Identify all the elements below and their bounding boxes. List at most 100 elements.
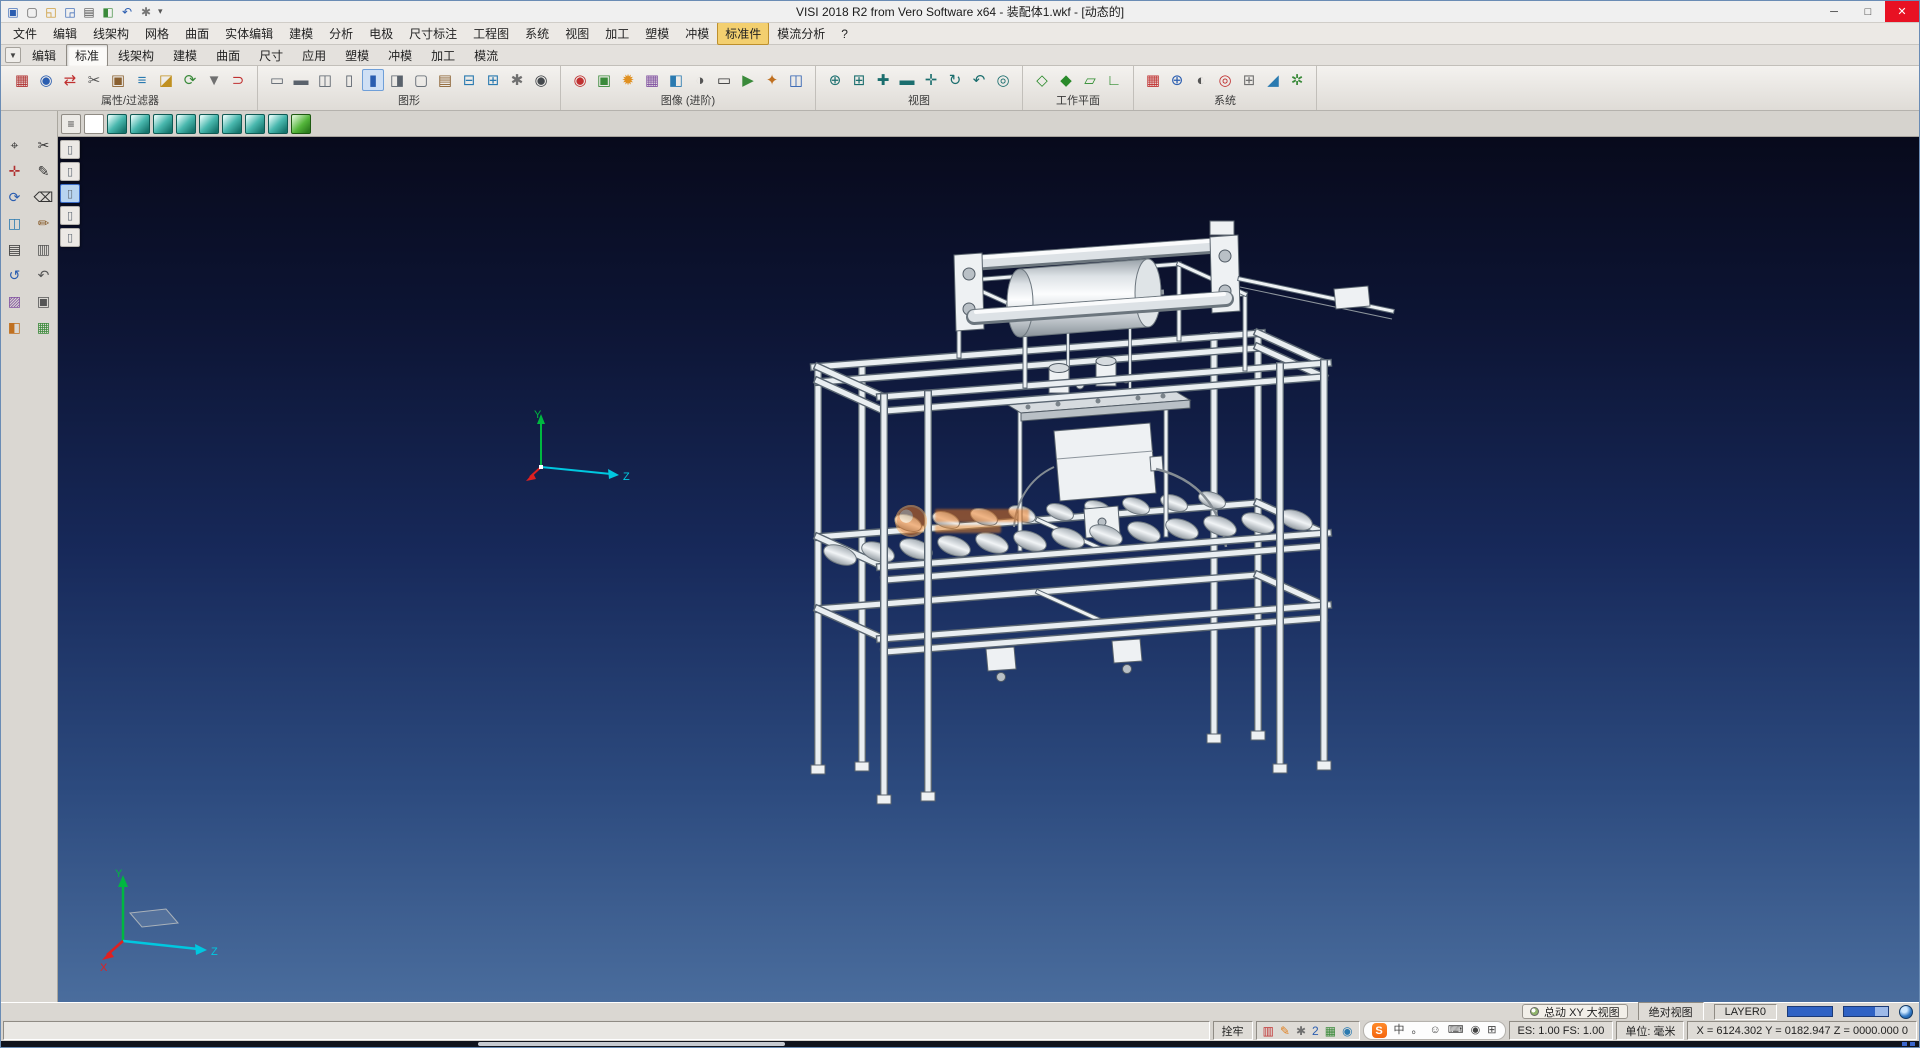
info-icon[interactable]: ✲ (1286, 69, 1308, 91)
lights-icon[interactable]: ✹ (617, 69, 639, 91)
zoom-in-icon[interactable]: ✚ (872, 69, 894, 91)
notebook-icon[interactable]: ▤ (434, 69, 456, 91)
status-pen-icon[interactable]: ✎ (1280, 1025, 1290, 1037)
tab-modeling[interactable]: 建模 (164, 44, 206, 67)
menu-mesh[interactable]: 网格 (137, 22, 177, 45)
cut-filter-icon[interactable]: ✂ (83, 69, 105, 91)
materials-icon[interactable]: ▣ (593, 69, 615, 91)
menu-file[interactable]: 文件 (5, 22, 45, 45)
ime-toolbox[interactable]: ⊞ (1487, 1025, 1496, 1036)
photo-icon[interactable]: ▭ (713, 69, 735, 91)
status-palette-icon[interactable]: ▦ (1325, 1025, 1336, 1037)
quick-access-dropdown-icon[interactable]: ▾ (154, 6, 167, 17)
layers-icon[interactable]: ▤ (4, 239, 26, 259)
render-icon[interactable]: ◉ (569, 69, 591, 91)
menu-standard-parts[interactable]: 标准件 (717, 22, 769, 45)
erase-icon[interactable]: ⌫ (33, 187, 55, 207)
pen-icon[interactable]: ✏ (33, 213, 55, 233)
compare-icon[interactable]: ◫ (785, 69, 807, 91)
doc-settings-icon[interactable]: ✱ (506, 69, 528, 91)
globe-status-icon[interactable] (1899, 1005, 1913, 1019)
solid-view-icon[interactable]: ▮ (362, 69, 384, 91)
menu-flow-analysis[interactable]: 模流分析 (769, 22, 833, 45)
view-axon-button[interactable] (268, 114, 288, 134)
wireframe-icon[interactable]: ▭ (266, 69, 288, 91)
zoom-out-icon[interactable]: ▬ (896, 69, 918, 91)
app-icon[interactable]: ▣ (5, 4, 21, 20)
maximize-button[interactable]: □ (1851, 1, 1885, 22)
background-icon[interactable]: ◧ (665, 69, 687, 91)
palette-icon[interactable]: ◧ (4, 317, 26, 337)
attributes-icon[interactable]: ▦ (11, 69, 33, 91)
hidden-line-icon[interactable]: ◫ (314, 69, 336, 91)
menu-mold[interactable]: 塑模 (637, 22, 677, 45)
status-count-badge[interactable]: 2 (1312, 1025, 1319, 1037)
menu-die[interactable]: 冲模 (677, 22, 717, 45)
slope-icon[interactable]: ◢ (1262, 69, 1284, 91)
menu-drawing[interactable]: 工程图 (465, 22, 517, 45)
clip-slot-3[interactable]: ▯ (60, 184, 80, 203)
animation-icon[interactable]: ▶ (737, 69, 759, 91)
clip-slot-2[interactable]: ▯ (60, 162, 80, 181)
active-color-bar[interactable] (1787, 1006, 1833, 1017)
tag-icon[interactable]: ◪ (155, 69, 177, 91)
view-left-button[interactable] (176, 114, 196, 134)
trim-icon[interactable]: ✂ (33, 135, 55, 155)
tab-machining[interactable]: 加工 (422, 44, 464, 67)
snapshot-icon[interactable]: ◉ (530, 69, 552, 91)
ime-punct[interactable]: 。 (1412, 1025, 1423, 1036)
shading-icon[interactable]: ◐ (1190, 69, 1212, 91)
ime-keyboard[interactable]: ⌨ (1448, 1025, 1464, 1036)
menu-edit[interactable]: 编辑 (45, 22, 85, 45)
menu-analysis[interactable]: 分析 (321, 22, 361, 45)
globe-icon[interactable]: ⊕ (1166, 69, 1188, 91)
previous-view-icon[interactable]: ↶ (968, 69, 990, 91)
absolute-view-toggle[interactable]: 绝对视图 (1638, 1002, 1704, 1022)
grid-icon[interactable]: ▦ (33, 317, 55, 337)
clip-slot-4[interactable]: ▯ (60, 206, 80, 225)
snap-icon[interactable]: ◎ (1214, 69, 1236, 91)
save-icon[interactable]: ◲ (62, 4, 78, 20)
view-front-button[interactable] (130, 114, 150, 134)
clipboard-icon[interactable]: ▣ (33, 291, 55, 311)
menu-electrode[interactable]: 电极 (361, 22, 401, 45)
notes-icon[interactable]: ▥ (33, 239, 55, 259)
color-table-icon[interactable]: ▦ (1142, 69, 1164, 91)
minimize-button[interactable]: ─ (1817, 1, 1851, 22)
workplane-entity-icon[interactable]: ▱ (1079, 69, 1101, 91)
tab-application[interactable]: 应用 (293, 44, 335, 67)
viewport-3d[interactable]: ▯▯▯▯▯ (58, 137, 1919, 1002)
hatch-icon[interactable]: ▨ (4, 291, 26, 311)
workplane-standard-icon[interactable]: ◇ (1031, 69, 1053, 91)
pan-icon[interactable]: ✛ (920, 69, 942, 91)
view-blank-button[interactable] (84, 114, 104, 134)
tab-mold[interactable]: 塑模 (336, 44, 378, 67)
mirror-icon[interactable]: ◫ (4, 213, 26, 233)
layer-indicator[interactable]: LAYER0 (1714, 1004, 1777, 1020)
menu-system[interactable]: 系统 (517, 22, 557, 45)
tab-standard[interactable]: 标准 (66, 44, 108, 67)
revolve-icon[interactable]: ↺ (4, 265, 26, 285)
menu-view[interactable]: 视图 (557, 22, 597, 45)
open-icon[interactable]: ◱ (43, 4, 59, 20)
view-back-button[interactable] (222, 114, 242, 134)
view-bottom-button[interactable] (245, 114, 265, 134)
rotate-view-icon[interactable]: ↻ (944, 69, 966, 91)
database-icon[interactable]: ⊟ (458, 69, 480, 91)
view-mode-pill[interactable]: 总动 XY 大视图 (1522, 1004, 1628, 1019)
rotate-icon[interactable]: ⟳ (4, 187, 26, 207)
refresh-filter-icon[interactable]: ⟳ (179, 69, 201, 91)
menu-dimension[interactable]: 尺寸标注 (401, 22, 465, 45)
new-doc-icon[interactable]: ▢ (24, 4, 40, 20)
grid-icon[interactable]: ⊞ (1238, 69, 1260, 91)
texture-icon[interactable]: ▦ (641, 69, 663, 91)
section-view-icon[interactable]: ◨ (386, 69, 408, 91)
ime-emoji[interactable]: ☺ (1430, 1025, 1441, 1036)
ime-mic[interactable]: ◉ (1471, 1025, 1481, 1036)
layer-filter-icon[interactable]: ≡ (131, 69, 153, 91)
clipboard-icon[interactable]: ▣ (107, 69, 129, 91)
assembly-model[interactable] (758, 217, 1438, 817)
zoom-all-icon[interactable]: ⊕ (824, 69, 846, 91)
tab-wireframe[interactable]: 线架构 (109, 44, 163, 67)
settings-icon[interactable]: ✱ (138, 4, 154, 20)
